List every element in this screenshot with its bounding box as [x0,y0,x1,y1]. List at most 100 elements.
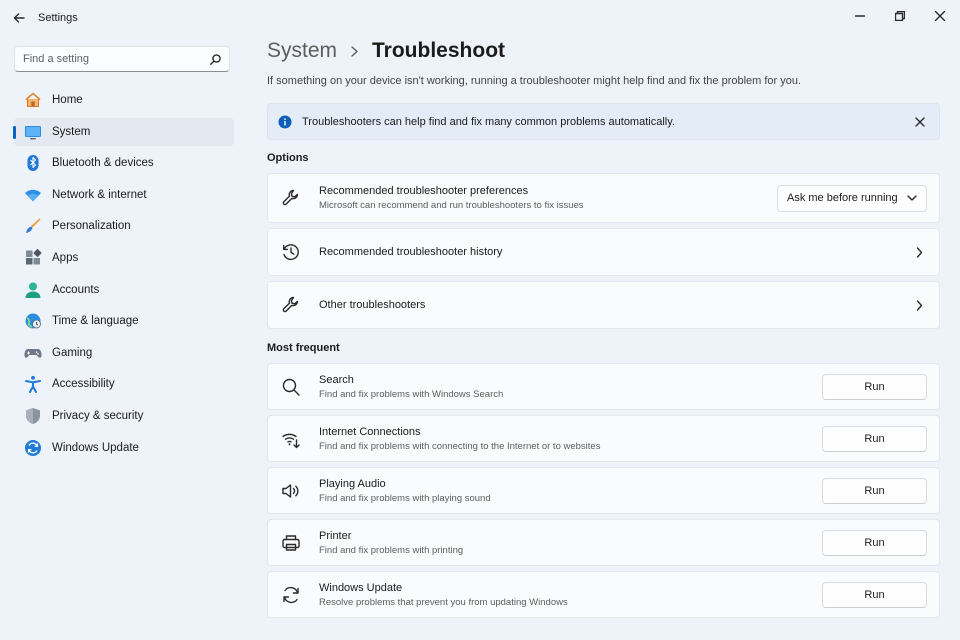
troubleshooter-subtitle: Find and fix problems with printing [319,544,464,556]
sidebar-item-personalization[interactable]: Personalization [14,212,234,240]
breadcrumb-parent[interactable]: System [267,39,337,63]
wrench-icon [280,294,302,316]
home-icon [24,91,42,109]
search-icon [280,376,302,398]
run-button-internet[interactable]: Run [822,425,927,452]
troubleshooter-title: Internet Connections [319,425,421,438]
sidebar-item-label: System [52,125,91,138]
printer-icon [280,532,302,554]
close-button[interactable] [920,0,960,32]
sidebar-item-accounts[interactable]: Accounts [14,276,234,304]
info-bar-text: Troubleshooters can help find and fix ma… [302,115,675,128]
gamepad-icon [24,344,42,362]
info-icon [278,115,292,128]
sidebar: Home System Bluetooth & devices Network … [0,36,246,640]
info-bar-close-button[interactable] [911,113,929,131]
back-button[interactable] [8,8,30,28]
other-troubleshooters-card[interactable]: Other troubleshooters [267,281,940,329]
sidebar-item-label: Windows Update [52,441,139,454]
chevron-down-icon [907,195,917,201]
page-description: If something on your device isn't workin… [267,75,802,87]
sidebar-item-privacy-security[interactable]: Privacy & security [14,402,234,430]
sidebar-item-label: Accounts [52,283,100,296]
search-box[interactable] [14,46,230,72]
accounts-icon [24,281,42,299]
preferences-title: Recommended troubleshooter preferences [319,185,529,197]
dropdown-value: Ask me before running [787,192,898,204]
sidebar-item-bluetooth-devices[interactable]: Bluetooth & devices [14,149,234,177]
sidebar-item-label: Time & language [52,315,139,328]
title-bar: Settings [0,0,960,36]
preferences-subtitle: Microsoft can recommend and run troubles… [319,200,584,211]
main-content: System Troubleshoot If something on your… [267,36,940,618]
history-title: Recommended troubleshooter history [319,246,503,258]
accessibility-icon [24,375,42,394]
run-button-audio[interactable]: Run [822,477,927,504]
sync-icon [280,584,302,606]
page-title: Troubleshoot [372,39,506,62]
globe-clock-icon [24,312,42,330]
history-card[interactable]: Recommended troubleshooter history [267,228,940,276]
sidebar-nav: Home System Bluetooth & devices Network … [13,86,234,465]
sidebar-item-label: Personalization [52,220,131,233]
breadcrumb: System Troubleshoot [267,36,940,66]
troubleshooter-subtitle: Resolve problems that prevent you from u… [319,596,568,608]
troubleshooter-subtitle: Find and fix problems with connecting to… [319,440,601,452]
troubleshooter-title: Search [319,373,354,386]
sidebar-item-windows-update[interactable]: Windows Update [14,434,234,462]
preferences-card: Recommended troubleshooter preferences M… [267,173,940,223]
sidebar-item-label: Accessibility [52,378,115,391]
brush-icon [24,217,42,235]
minimize-icon [855,15,865,17]
restore-icon [895,11,905,21]
history-icon [280,241,302,263]
speaker-icon [280,480,302,502]
shield-icon [24,407,42,425]
troubleshooter-title: Printer [319,529,352,542]
restore-button[interactable] [880,0,920,32]
run-button-windows-update[interactable]: Run [822,581,927,608]
troubleshooter-title: Playing Audio [319,477,386,490]
sidebar-item-system[interactable]: System [13,117,234,146]
wrench-icon [280,187,302,209]
apps-icon [24,248,42,267]
options-section-title: Options [267,152,309,164]
back-arrow-icon [13,13,25,23]
troubleshooter-card-windows-update: Windows Update Resolve problems that pre… [267,571,940,618]
sidebar-item-label: Network & internet [52,188,147,201]
window-controls [840,0,960,32]
troubleshooter-card-audio: Playing Audio Find and fix problems with… [267,467,940,514]
update-icon [24,439,42,457]
system-icon [24,123,42,141]
troubleshooter-card-internet: Internet Connections Find and fix proble… [267,415,940,462]
sidebar-item-home[interactable]: Home [14,86,234,114]
sidebar-item-label: Apps [52,251,79,264]
troubleshooter-title: Windows Update [319,581,403,594]
troubleshooter-subtitle: Find and fix problems with Windows Searc… [319,388,504,400]
wifi-icon [24,186,42,204]
sidebar-item-apps[interactable]: Apps [14,244,234,272]
sidebar-item-accessibility[interactable]: Accessibility [14,370,234,398]
breadcrumb-separator-icon [350,45,359,57]
search-input[interactable] [23,53,210,65]
chevron-right-icon [911,244,927,260]
sidebar-item-time-language[interactable]: Time & language [14,307,234,335]
bluetooth-icon [24,154,42,172]
preferences-dropdown[interactable]: Ask me before running [777,184,927,212]
info-bar: Troubleshooters can help find and fix ma… [267,103,940,140]
run-button-search[interactable]: Run [822,373,927,400]
internet-icon [280,428,302,450]
sidebar-item-label: Home [52,94,83,106]
sidebar-item-gaming[interactable]: Gaming [14,339,234,367]
sidebar-item-network-internet[interactable]: Network & internet [14,181,234,209]
run-button-printer[interactable]: Run [822,529,927,556]
sidebar-item-label: Privacy & security [52,409,144,422]
close-icon [935,11,945,21]
chevron-right-icon [911,297,927,313]
sidebar-item-label: Bluetooth & devices [52,157,154,170]
close-icon [915,116,925,127]
sidebar-item-label: Gaming [52,346,93,359]
minimize-button[interactable] [840,0,880,32]
troubleshooter-card-search: Search Find and fix problems with Window… [267,363,940,410]
other-troubleshooters-title: Other troubleshooters [319,299,426,311]
